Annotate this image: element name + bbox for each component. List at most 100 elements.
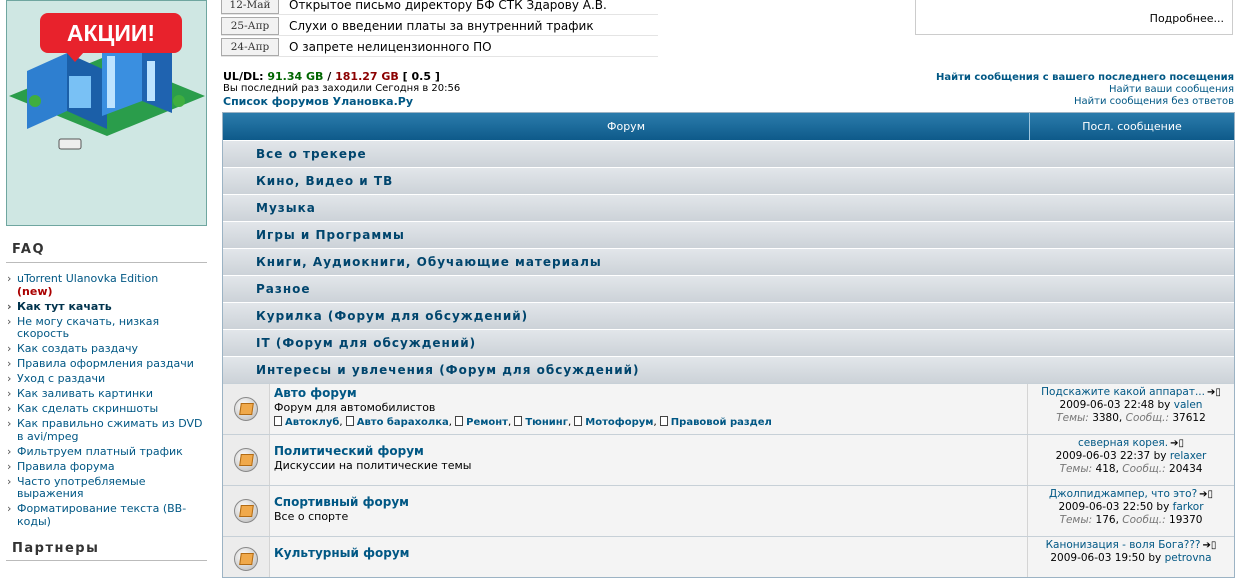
news-link[interactable]: Открытое письмо директору БФ СТК Здарову… <box>289 0 607 12</box>
news-item[interactable]: 25-Апр Слухи о введении платы за внутрен… <box>221 17 658 36</box>
news-link[interactable]: О запрете нелицензионного ПО <box>289 40 492 54</box>
category-row[interactable]: Книги, Аудиокниги, Обучающие материалы <box>223 248 1234 275</box>
category-title[interactable]: IT (Форум для обсуждений) <box>256 336 476 350</box>
goto-last-post-icon[interactable]: ➔▯ <box>1203 540 1217 551</box>
subforum-icon <box>455 416 464 426</box>
topics-count: 3380 <box>1092 412 1119 424</box>
category-title[interactable]: Игры и Программы <box>256 228 405 242</box>
subforum-link[interactable]: Авто барахолка <box>357 417 449 428</box>
forum-folder-icon <box>234 448 258 472</box>
more-link[interactable]: Подробнее... <box>1150 12 1224 25</box>
last-post-user[interactable]: relaxer <box>1170 450 1207 462</box>
category-row[interactable]: Музыка <box>223 194 1234 221</box>
news-date: 12-Май <box>221 0 279 14</box>
last-post-date: 2009-06-03 22:50 <box>1058 501 1154 513</box>
last-post-user[interactable]: petrovna <box>1165 552 1212 564</box>
category-row[interactable]: Все о трекере <box>223 140 1234 167</box>
forum-index-link[interactable]: Список форумов Улановка.Ру <box>223 95 413 108</box>
last-post-user[interactable]: valen <box>1174 399 1203 411</box>
news-detail-box: Подробнее... <box>915 0 1233 35</box>
forum-title[interactable]: Политический форум <box>274 444 471 458</box>
forum-title[interactable]: Авто форум <box>274 386 772 400</box>
subforum-link[interactable]: Правовой раздел <box>671 417 772 428</box>
new-badge: (new) <box>17 284 53 298</box>
faq-item[interactable]: Часто употребляемые выражения <box>6 475 211 501</box>
category-row[interactable]: Кино, Видео и ТВ <box>223 167 1234 194</box>
forum-icon-cell <box>223 384 270 434</box>
forum-folder-icon <box>234 397 258 421</box>
faq-item[interactable]: Правила форума <box>6 460 211 474</box>
table-header: Форум Посл. сообщение <box>223 113 1234 140</box>
forum-title[interactable]: Спортивный форум <box>274 495 409 509</box>
news-link[interactable]: Слухи о введении платы за внутренний тра… <box>289 19 594 33</box>
news-date: 24-Апр <box>221 38 279 56</box>
last-post-cell: Канонизация - воля Бога??? ➔▯ 2009-06-03 … <box>1027 537 1234 577</box>
category-title[interactable]: Разное <box>256 282 311 296</box>
last-post-title[interactable]: северная корея. <box>1078 437 1168 449</box>
category-row[interactable]: IT (Форум для обсуждений) <box>223 329 1234 356</box>
forum-folder-icon <box>234 547 258 571</box>
category-row[interactable]: Курилка (Форум для обсуждений) <box>223 302 1234 329</box>
subforum-icon <box>574 416 583 426</box>
subforum-link[interactable]: Мотофорум <box>585 417 653 428</box>
last-post-title[interactable]: Канонизация - воля Бога??? <box>1046 539 1201 551</box>
category-title[interactable]: Книги, Аудиокниги, Обучающие материалы <box>256 255 602 269</box>
forum-table: Форум Посл. сообщение Все о трекере Кино… <box>222 112 1235 578</box>
posts-count: 37612 <box>1172 412 1206 424</box>
category-title[interactable]: Курилка (Форум для обсуждений) <box>256 309 528 323</box>
category-title[interactable]: Все о трекере <box>256 147 367 161</box>
last-post-date: 2009-06-03 22:37 <box>1055 450 1151 462</box>
goto-last-post-icon[interactable]: ➔▯ <box>1207 387 1221 398</box>
subforum-link[interactable]: Тюнинг <box>525 417 568 428</box>
category-row[interactable]: Разное <box>223 275 1234 302</box>
subforum-link[interactable]: Ремонт <box>466 417 508 428</box>
upload-amount: 91.34 GB <box>267 70 324 83</box>
news-item[interactable]: 12-Май Открытое письмо директору БФ СТК … <box>221 0 658 15</box>
category-row[interactable]: Игры и Программы <box>223 221 1234 248</box>
last-post-cell: северная корея. ➔▯ 2009-06-03 22:37 by re… <box>1027 435 1234 485</box>
category-title[interactable]: Кино, Видео и ТВ <box>256 174 393 188</box>
divider <box>6 560 207 561</box>
faq-item[interactable]: Не могу скачать, низкая скорость <box>6 315 211 341</box>
faq-item[interactable]: uTorrent Ulanovka Edition(new) <box>6 272 211 298</box>
last-post-user[interactable]: farkor <box>1173 501 1204 513</box>
subforum-link[interactable]: Автоклуб <box>285 417 339 428</box>
search-own-posts-link[interactable]: Найти ваши сообщения <box>1109 84 1234 95</box>
partners-title: Партнеры <box>12 541 100 556</box>
promo-banner[interactable]: АКЦИИ! <box>6 0 207 226</box>
category-title[interactable]: Музыка <box>256 201 316 215</box>
column-last-post: Посл. сообщение <box>1082 120 1182 133</box>
faq-item[interactable]: Правила оформления раздачи <box>6 357 211 371</box>
forum-icon-cell <box>223 537 270 577</box>
category-title[interactable]: Интересы и увлечения (Форум для обсужден… <box>256 363 640 377</box>
last-visit-text: Вы последний раз заходили Сегодня в 20:5… <box>223 83 461 94</box>
forum-folder-icon <box>234 499 258 523</box>
forum-row: Спортивный форум Все о спорте Джолпиджам… <box>223 485 1234 536</box>
download-amount: 181.27 GB <box>335 70 399 83</box>
faq-item[interactable]: Как тут качать <box>6 300 211 314</box>
forum-title[interactable]: Культурный форум <box>274 546 409 560</box>
faq-item[interactable]: Как правильно сжимать из DVD в avi/mpeg <box>6 417 211 443</box>
faq-list: uTorrent Ulanovka Edition(new) Как тут к… <box>6 272 211 531</box>
search-since-last-visit-link[interactable]: Найти сообщения с вашего последнего посе… <box>936 72 1234 83</box>
last-post-date: 2009-06-03 22:48 <box>1059 399 1155 411</box>
posts-count: 20434 <box>1169 463 1203 475</box>
category-row[interactable]: Интересы и увлечения (Форум для обсужден… <box>223 356 1234 383</box>
news-item[interactable]: 24-Апр О запрете нелицензионного ПО <box>221 38 658 57</box>
faq-item[interactable]: Уход с раздачи <box>6 372 211 386</box>
faq-item[interactable]: Форматирование текста (BB-коды) <box>6 502 211 528</box>
faq-item[interactable]: Как заливать картинки <box>6 387 211 401</box>
posts-count: 19370 <box>1169 514 1203 526</box>
faq-item[interactable]: Как сделать скриншоты <box>6 402 211 416</box>
faq-item[interactable]: Как создать раздачу <box>6 342 211 356</box>
last-post-cell: Джолпиджампер, что это? ➔▯ 2009-06-03 22:… <box>1027 486 1234 536</box>
goto-last-post-icon[interactable]: ➔▯ <box>1170 438 1184 449</box>
forum-description: Дискуссии на политические темы <box>274 459 472 472</box>
goto-last-post-icon[interactable]: ➔▯ <box>1199 489 1213 500</box>
search-unanswered-link[interactable]: Найти сообщения без ответов <box>1074 96 1234 107</box>
last-post-title[interactable]: Джолпиджампер, что это? <box>1049 488 1197 500</box>
last-post-title[interactable]: Подскажите какой аппарат... <box>1041 386 1205 398</box>
forum-icon-cell <box>223 486 270 536</box>
faq-item[interactable]: Фильтруем платный трафик <box>6 445 211 459</box>
subforum-icon <box>659 416 668 426</box>
